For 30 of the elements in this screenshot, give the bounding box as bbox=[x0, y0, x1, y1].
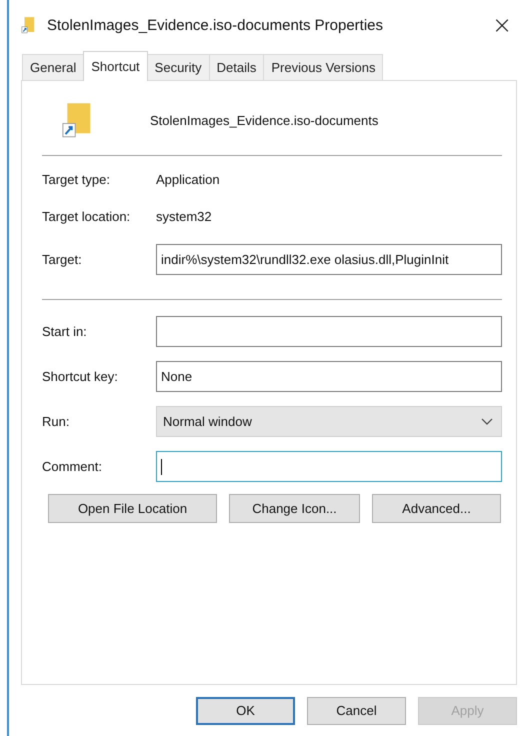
target-field[interactable]: indir%\system32\rundll32.exe olasius.dll,PluginInit bbox=[156, 244, 502, 275]
tab[interactable]: Security bbox=[146, 54, 210, 80]
input-field[interactable]: None bbox=[156, 361, 502, 392]
input-field[interactable] bbox=[156, 316, 502, 347]
field-label: Start in: bbox=[42, 324, 88, 339]
tab[interactable]: Previous Versions bbox=[263, 54, 384, 80]
info-value: Application bbox=[156, 172, 220, 186]
field-label: Shortcut key: bbox=[42, 369, 119, 384]
tab[interactable]: General bbox=[22, 54, 84, 80]
action-button[interactable]: Advanced... bbox=[372, 494, 501, 523]
chevron-down-icon bbox=[481, 418, 493, 426]
input-field[interactable] bbox=[156, 451, 502, 482]
run-dropdown[interactable]: Normal window bbox=[156, 406, 502, 437]
dialog-button[interactable]: Cancel bbox=[307, 696, 406, 724]
tab[interactable]: Shortcut bbox=[83, 51, 148, 81]
action-button[interactable]: Open File Location bbox=[48, 494, 217, 523]
field-label: Run: bbox=[42, 414, 70, 429]
folder-shortcut-icon bbox=[21, 16, 35, 34]
dialog-button[interactable]: OK bbox=[196, 696, 295, 724]
info-label: Target location: bbox=[42, 208, 132, 224]
close-button[interactable]: × bbox=[479, 5, 525, 45]
field-label: Comment: bbox=[42, 459, 103, 474]
folder-shortcut-icon bbox=[62, 100, 92, 140]
tab[interactable]: Details bbox=[208, 54, 264, 80]
action-button[interactable]: Change Icon... bbox=[229, 494, 360, 523]
field-label: Target: bbox=[42, 252, 83, 267]
info-value: system32 bbox=[156, 208, 212, 224]
info-label: Target type: bbox=[42, 172, 111, 186]
window-title: StolenImages_Evidence.iso-documents Properties bbox=[47, 16, 384, 34]
shortcut-name: StolenImages_Evidence.iso-documents bbox=[150, 112, 378, 128]
